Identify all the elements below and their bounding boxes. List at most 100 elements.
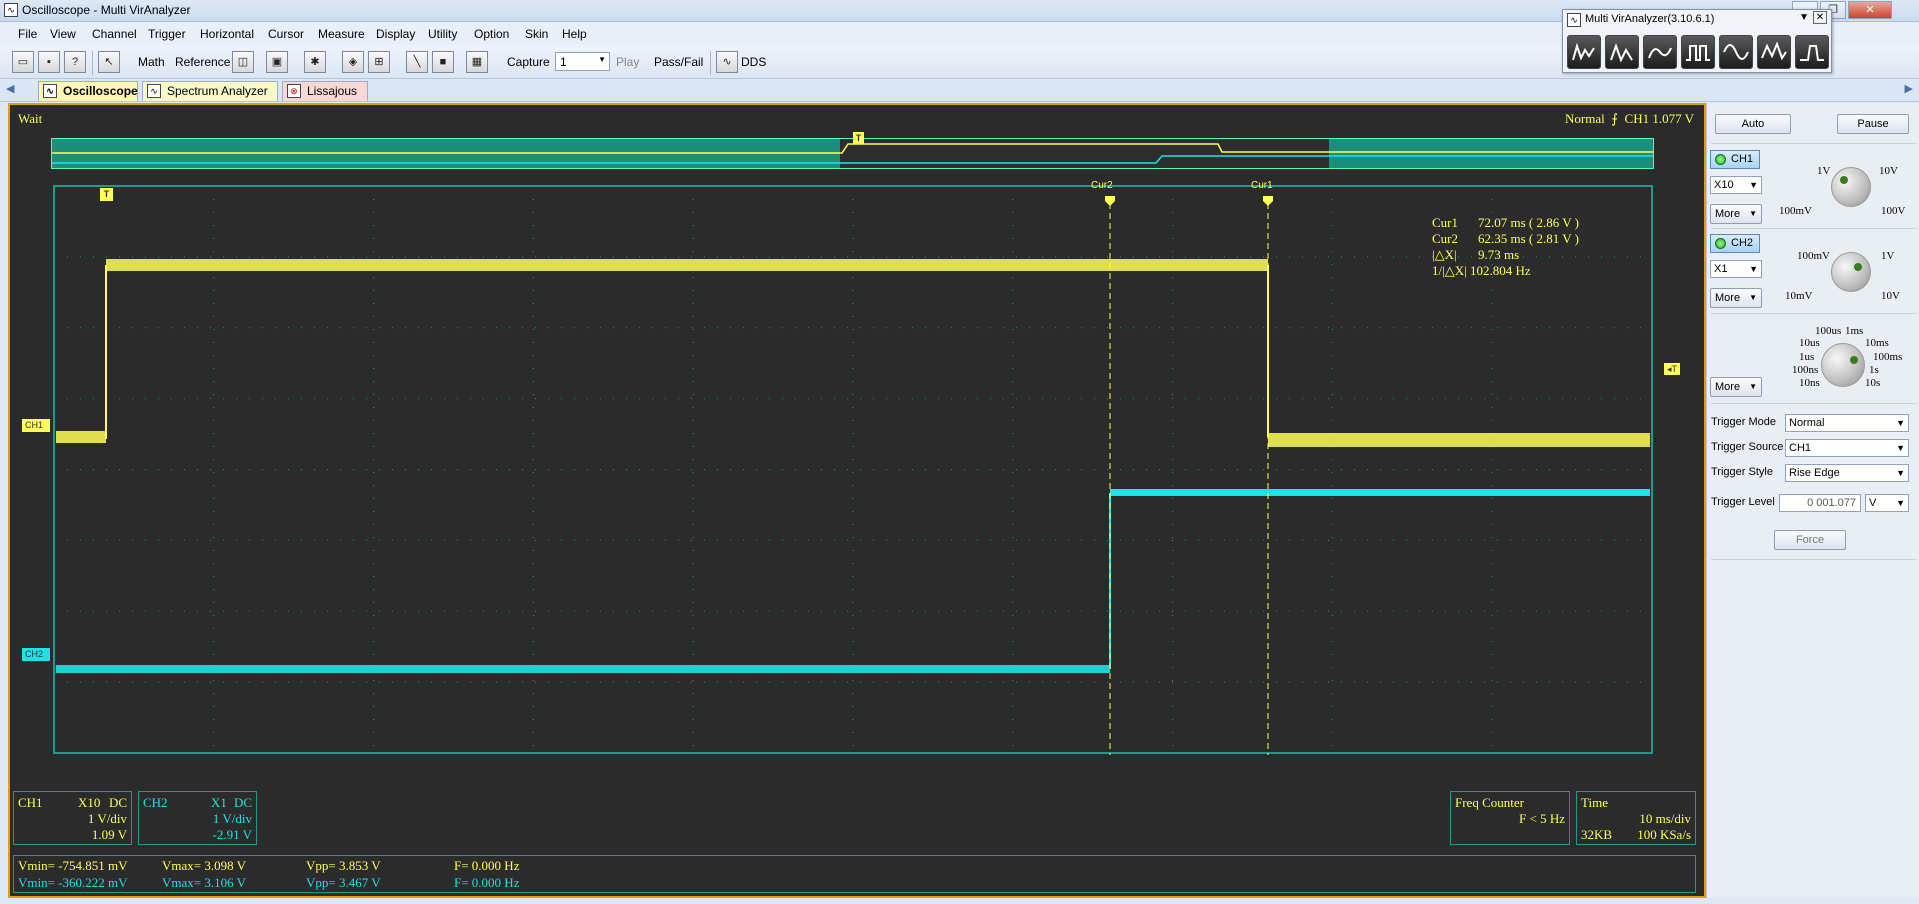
menu-horizontal[interactable]: Horizontal [200, 27, 254, 41]
ch1-offset-marker[interactable]: CH1 [22, 419, 50, 432]
time-knob-label-100ms: 100ms [1873, 351, 1903, 363]
pulse-mode-icon[interactable] [1681, 35, 1715, 69]
ch1-toggle-button[interactable]: CH1 [1710, 150, 1760, 169]
time-knob-label-100ns: 100ns [1792, 364, 1819, 376]
save-icon[interactable]: ▪ [38, 51, 60, 73]
menu-measure[interactable]: Measure [318, 27, 365, 41]
trigger-level-input[interactable]: 0 001.077 [1779, 494, 1861, 512]
cur2-readout-label: Cur2 [1432, 231, 1458, 246]
trigger-style-select[interactable]: Rise Edge ▼ [1785, 464, 1909, 482]
trigger-position-marker[interactable]: T [100, 188, 113, 201]
timebase-knob[interactable] [1821, 343, 1865, 387]
chevron-down-icon[interactable]: ▼ [1799, 12, 1809, 23]
color-icon[interactable]: ▦ [466, 51, 488, 73]
time-info-box[interactable]: Time 10 ms/div 32KB 100 KSa/s [1576, 791, 1696, 845]
reference-button[interactable]: Reference [175, 55, 230, 69]
trigger-style-value: Rise Edge [1789, 467, 1840, 479]
menu-channel[interactable]: Channel [92, 27, 137, 41]
capture-count-input[interactable]: 1 ▼ [555, 52, 610, 71]
ch1-more-button[interactable]: More ▼ [1710, 204, 1762, 224]
help-icon[interactable]: ? [64, 51, 86, 73]
panel-divider [1711, 559, 1916, 560]
menu-cursor[interactable]: Cursor [268, 27, 304, 41]
step-mode-icon[interactable] [1795, 35, 1829, 69]
ch2-volts-knob[interactable] [1831, 252, 1871, 292]
dds-button[interactable]: DDS [741, 55, 766, 69]
trigger-mode-select[interactable]: Normal ▼ [1785, 414, 1909, 432]
menu-help[interactable]: Help [562, 27, 587, 41]
pointer-icon[interactable]: ↖ [98, 51, 120, 73]
cursor2-label: Cur2 [1091, 180, 1113, 191]
trigger-level-unit-select[interactable]: V ▼ [1865, 494, 1909, 512]
menu-option[interactable]: Option [474, 27, 509, 41]
stop-icon[interactable]: ■ [432, 51, 454, 73]
cursor2-handle[interactable] [1105, 196, 1115, 206]
chevron-down-icon: ▼ [1749, 180, 1758, 190]
menu-view[interactable]: View [50, 27, 76, 41]
close-icon[interactable]: ✕ [1848, 1, 1892, 19]
spectrum-mode-icon[interactable] [1605, 35, 1639, 69]
dds-icon[interactable]: ∿ [716, 51, 738, 73]
zoom-icon[interactable]: ⊞ [368, 51, 390, 73]
menu-display[interactable]: Display [376, 27, 415, 41]
fullscreen-icon[interactable]: ▣ [266, 51, 288, 73]
menu-file[interactable]: File [18, 27, 37, 41]
time-knob-label-1ms: 1ms [1845, 325, 1864, 337]
tab-oscilloscope[interactable]: ∿ Oscilloscope [38, 81, 138, 101]
capture-count-value: 1 [560, 55, 567, 69]
ch2-toggle-label: CH2 [1731, 237, 1754, 249]
trigger-level-marker[interactable]: ◂T [1664, 363, 1680, 375]
tab-lissajous[interactable]: ⊗ Lissajous [282, 81, 368, 101]
scroll-right-icon[interactable]: ▶ [1905, 82, 1913, 95]
tab-spectrum-analyzer[interactable]: ∿ Spectrum Analyzer [142, 81, 278, 101]
close-icon[interactable]: ✕ [1813, 11, 1827, 24]
auto-button[interactable]: Auto [1715, 114, 1791, 134]
trigger-mode-value: Normal [1789, 417, 1825, 429]
time-more-button[interactable]: More ▼ [1710, 377, 1762, 397]
cur2-readout-value: 62.35 ms ( 2.81 V ) [1478, 231, 1579, 246]
math-button[interactable]: Math [138, 55, 165, 69]
ch1-knob-label-mid: 1V [1817, 165, 1831, 177]
ch1-high-band [106, 259, 1268, 271]
play-button[interactable]: Play [616, 55, 639, 69]
menu-trigger[interactable]: Trigger [148, 27, 186, 41]
ch2-info-coupling: DC [233, 795, 252, 810]
ch2-vpp: Vpp= 3.467 V [306, 875, 381, 890]
chevron-down-icon: ▼ [1896, 443, 1905, 453]
mini-analyzer-window: ∿ Multi VirAnalyzer(3.10.6.1) ▼ ✕ [1562, 9, 1832, 73]
oscilloscope-mode-icon[interactable] [1567, 35, 1601, 69]
ch1-volts-knob[interactable] [1831, 167, 1871, 207]
pass-fail-button[interactable]: Pass/Fail [654, 55, 703, 69]
settings-icon[interactable]: ✱ [304, 51, 326, 73]
split-view-icon[interactable]: ◫ [232, 51, 254, 73]
freq-counter-box[interactable]: Freq Counter F < 5 Hz [1450, 791, 1570, 845]
tag-icon[interactable]: ◈ [342, 51, 364, 73]
ch1-final-low [1268, 433, 1650, 447]
ch2-toggle-button[interactable]: CH2 [1710, 234, 1760, 253]
cursor1-handle[interactable] [1263, 196, 1273, 206]
menu-skin[interactable]: Skin [525, 27, 548, 41]
pause-button[interactable]: Pause [1837, 114, 1909, 134]
time-info-title: Time [1581, 795, 1608, 810]
ch2-offset-marker[interactable]: CH2 [22, 648, 50, 661]
ch2-vmax: Vmax= 3.106 V [162, 875, 247, 890]
ch2-low-band [56, 665, 1110, 673]
trigger-level-label: Trigger Level [1711, 496, 1775, 508]
force-trigger-button[interactable]: Force [1774, 530, 1846, 550]
ch2-info-box[interactable]: CH2 X1 DC 1 V/div -2.91 V [138, 791, 257, 845]
waveform-mode-icon[interactable] [1757, 35, 1791, 69]
recorder-mode-icon[interactable] [1643, 35, 1677, 69]
sine-mode-icon[interactable] [1719, 35, 1753, 69]
scroll-left-icon[interactable]: ◀ [6, 82, 14, 95]
menu-utility[interactable]: Utility [428, 27, 457, 41]
ch1-info-box[interactable]: CH1 X10 DC 1 V/div 1.09 V [13, 791, 132, 845]
ch2-probe-select[interactable]: X1 ▼ [1710, 260, 1762, 278]
trigger-source-value: CH1 [1789, 442, 1812, 454]
ch2-more-button[interactable]: More ▼ [1710, 288, 1762, 308]
ch2-led-icon [1715, 238, 1726, 249]
trigger-source-select[interactable]: CH1 ▼ [1785, 439, 1909, 457]
open-icon[interactable]: ▭ [12, 51, 34, 73]
ch1-probe-select[interactable]: X10 ▼ [1710, 176, 1762, 194]
chevron-down-icon: ▼ [598, 55, 606, 64]
line-tool-icon[interactable]: ╲ [406, 51, 428, 73]
